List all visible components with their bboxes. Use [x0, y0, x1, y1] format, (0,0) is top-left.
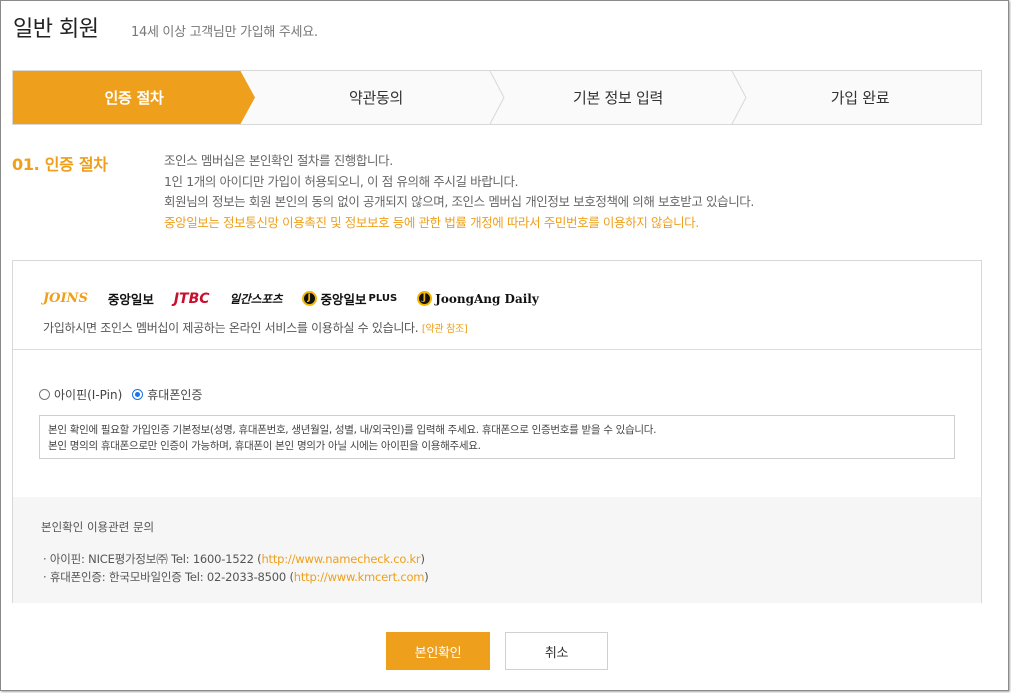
ipin-radio-label[interactable]: 아이핀(I-Pin) [54, 386, 122, 403]
jtbc-logo: JTBC [173, 290, 210, 307]
joongang-j-icon [302, 291, 318, 306]
joongang-plus-logo: 중앙일보 PLUS [302, 289, 397, 308]
step-label: 인증 절차 [104, 89, 164, 107]
inquiry-phone: · 휴대폰인증: 한국모바일인증 Tel: 02-2033-8500 (http… [43, 569, 429, 585]
step-label: 기본 정보 입력 [573, 89, 663, 107]
step-separator-icon [489, 71, 505, 124]
page-subtitle: 14세 이상 고객님만 가입해 주세요. [131, 25, 318, 40]
step-terms: 약관동의 [255, 71, 497, 124]
namecheck-link[interactable]: http://www.namecheck.co.kr [261, 552, 420, 566]
joins-logo: JOINS [43, 291, 88, 306]
terms-link[interactable]: [약관 참조] [422, 324, 468, 335]
service-text: 가입하시면 조인스 멤버십이 제공하는 온라인 서비스를 이용하실 수 있습니다… [43, 321, 419, 335]
joongang-daily-logo: JoongAng Daily [417, 291, 539, 306]
logo-suffix: PLUS [368, 293, 398, 304]
service-notice: 가입하시면 조인스 멤버십이 제공하는 온라인 서비스를 이용하실 수 있습니다… [43, 319, 468, 336]
step-verification: 인증 절차 [13, 71, 255, 124]
paren-close: ) [420, 552, 425, 566]
step-label: 약관동의 [348, 89, 403, 107]
section-description: 조인스 멤버십은 본인확인 절차를 진행합니다. 1인 1개의 아이디만 가입이… [164, 151, 754, 233]
inquiry-title: 본인확인 이용관련 문의 [41, 520, 155, 534]
logo-text: 중앙일보 [320, 292, 367, 307]
step-basic-info: 기본 정보 입력 [489, 71, 739, 124]
step-complete: 가입 완료 [731, 71, 981, 124]
window-frame: 일반 회원 14세 이상 고객님만 가입해 주세요. 인증 절차 약관동의 기본… [0, 0, 1009, 691]
auth-method-group: 아이핀(I-Pin) 휴대폰인증 [39, 386, 202, 403]
joongang-logo: 중앙일보 [107, 292, 154, 307]
description-line: 조인스 멤버십은 본인확인 절차를 진행합니다. [164, 153, 393, 168]
notice-line: 본인 확인에 필요할 가입인증 기본정보(성명, 휴대폰번호, 생년월일, 성별… [48, 424, 657, 436]
logo-text: JoongAng Daily [435, 291, 539, 306]
section-title: 01. 인증 절차 [12, 155, 108, 174]
inquiry-ipin-text: · 아이핀: NICE평가정보㈜ Tel: 1600-1522 ( [43, 552, 262, 566]
step-progress: 인증 절차 약관동의 기본 정보 입력 가입 완료 [12, 70, 982, 125]
auth-notice: 본인 확인에 필요할 가입인증 기본정보(성명, 휴대폰번호, 생년월일, 성별… [39, 415, 955, 459]
inquiry-ipin: · 아이핀: NICE평가정보㈜ Tel: 1600-1522 (http://… [43, 551, 425, 567]
partner-logos: JOINS 중앙일보 JTBC 일간스포츠 중앙일보 PLUS JoongAng… [43, 289, 559, 308]
step-separator-icon [731, 71, 747, 124]
divider [13, 349, 981, 350]
cancel-button[interactable]: 취소 [505, 632, 608, 670]
verification-box: JOINS 중앙일보 JTBC 일간스포츠 중앙일보 PLUS JoongAng… [12, 260, 982, 603]
ilgan-sports-logo: 일간스포츠 [229, 291, 283, 306]
inquiry-phone-text: · 휴대폰인증: 한국모바일인증 Tel: 02-2033-8500 ( [43, 570, 294, 584]
description-line: 1인 1개의 아이디만 가입이 허용되오니, 이 점 유의해 주시길 바랍니다. [164, 173, 519, 189]
verify-button[interactable]: 본인확인 [386, 632, 490, 670]
ipin-radio[interactable] [39, 389, 50, 400]
description-highlight: 중앙일보는 정보통신망 이용촉진 및 정보보호 등에 관한 법률 개정에 따라서… [164, 214, 699, 230]
joongang-j-icon [417, 291, 433, 306]
paren-close: ) [424, 570, 429, 584]
kmcert-link[interactable]: http://www.kmcert.com [294, 570, 425, 584]
phone-radio-label[interactable]: 휴대폰인증 [147, 386, 202, 403]
step-label: 가입 완료 [830, 89, 890, 107]
phone-radio[interactable] [132, 389, 144, 400]
inquiry-panel: 본인확인 이용관련 문의 · 아이핀: NICE평가정보㈜ Tel: 1600-… [13, 497, 981, 603]
page-title: 일반 회원 [13, 17, 99, 42]
description-line: 회원님의 정보는 회원 본인의 동의 없이 공개되지 않으며, 조인스 멤버십 … [164, 194, 754, 209]
notice-line: 본인 명의의 휴대폰으로만 인증이 가능하며, 휴대폰이 본인 명의가 아닐 시… [48, 440, 481, 452]
